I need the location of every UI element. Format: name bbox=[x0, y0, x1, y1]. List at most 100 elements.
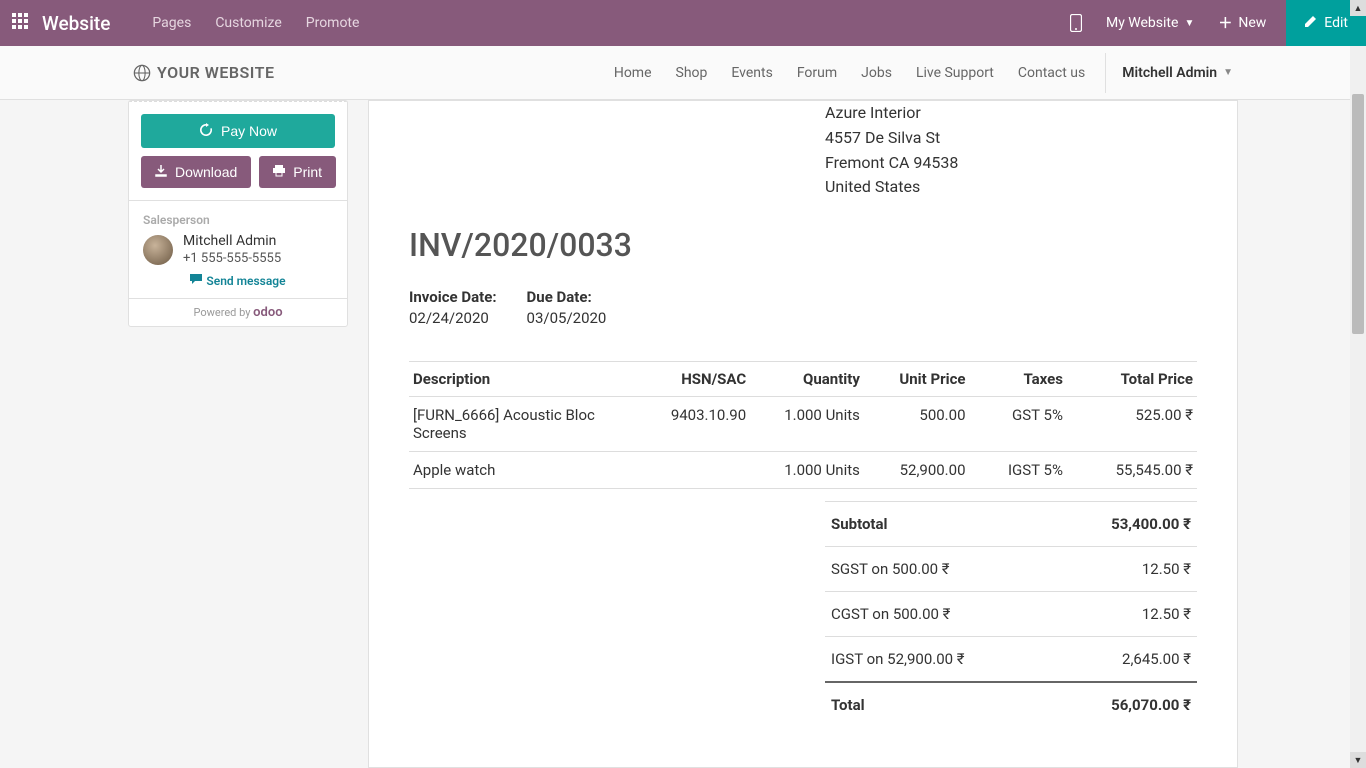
site-logo-text: YOUR WEBSITE bbox=[157, 63, 275, 82]
topbar: Website Pages Customize Promote My Websi… bbox=[0, 0, 1366, 46]
globe-icon bbox=[133, 64, 151, 82]
nav-contact-us[interactable]: Contact us bbox=[1006, 65, 1097, 81]
menu-customize[interactable]: Customize bbox=[203, 15, 293, 31]
addr-city: Fremont CA 94538 bbox=[825, 151, 1197, 176]
invoice-document: Azure Interior 4557 De Silva St Fremont … bbox=[368, 100, 1238, 768]
subtotal-label: Subtotal bbox=[831, 515, 888, 533]
site-navbar: YOUR WEBSITE Home Shop Events Forum Jobs… bbox=[0, 46, 1366, 100]
salesperson-name: Mitchell Admin bbox=[183, 233, 281, 249]
col-total-price: Total Price bbox=[1067, 362, 1197, 397]
caret-down-icon: ▼ bbox=[1184, 18, 1194, 29]
print-button[interactable]: Print bbox=[259, 156, 336, 188]
line-description: Apple watch bbox=[409, 452, 636, 489]
nav-forum[interactable]: Forum bbox=[785, 65, 849, 81]
caret-down-icon: ▼ bbox=[1223, 67, 1233, 78]
powered-by: Powered by odoo bbox=[129, 298, 347, 326]
my-website-dropdown[interactable]: My Website ▼ bbox=[1094, 15, 1206, 31]
pay-now-label: Pay Now bbox=[221, 123, 277, 139]
salesperson-phone: +1 555-555-5555 bbox=[183, 251, 281, 266]
refresh-icon bbox=[199, 123, 213, 140]
line-hsn bbox=[636, 452, 750, 489]
nav-events[interactable]: Events bbox=[719, 65, 784, 81]
powered-brand[interactable]: odoo bbox=[253, 305, 282, 320]
line-total: 55,545.00 ₹ bbox=[1067, 452, 1197, 489]
sgst-label: SGST on 500.00 ₹ bbox=[831, 560, 950, 578]
line-quantity: 1.000 Units bbox=[750, 452, 864, 489]
nav-user-dropdown[interactable]: Mitchell Admin ▼ bbox=[1105, 53, 1233, 93]
nav-shop[interactable]: Shop bbox=[664, 65, 720, 81]
nav-live-support[interactable]: Live Support bbox=[904, 65, 1006, 81]
my-website-label: My Website bbox=[1106, 15, 1178, 31]
line-taxes: GST 5% bbox=[970, 397, 1067, 452]
scroll-up-arrow[interactable]: ▲ bbox=[1350, 0, 1366, 16]
igst-row: IGST on 52,900.00 ₹ 2,645.00 ₹ bbox=[825, 636, 1197, 681]
line-description: [FURN_6666] Acoustic Bloc Screens bbox=[409, 397, 636, 452]
invoice-date-value: 02/24/2020 bbox=[409, 309, 497, 327]
site-logo[interactable]: YOUR WEBSITE bbox=[133, 63, 275, 82]
scrollbar[interactable] bbox=[1350, 46, 1366, 768]
line-taxes: IGST 5% bbox=[970, 452, 1067, 489]
salesperson-heading: Salesperson bbox=[143, 213, 333, 227]
edit-label: Edit bbox=[1324, 15, 1348, 31]
invoice-number: INV/2020/0033 bbox=[409, 226, 1197, 264]
download-button[interactable]: Download bbox=[141, 156, 251, 188]
menu-promote[interactable]: Promote bbox=[294, 15, 372, 31]
col-description: Description bbox=[409, 362, 636, 397]
avatar bbox=[143, 235, 173, 265]
new-button[interactable]: ＋ New bbox=[1206, 13, 1278, 33]
due-date-label: Due Date: bbox=[527, 288, 607, 306]
menu-pages[interactable]: Pages bbox=[140, 15, 203, 31]
sgst-row: SGST on 500.00 ₹ 12.50 ₹ bbox=[825, 546, 1197, 591]
due-date-block: Due Date: 03/05/2020 bbox=[527, 288, 607, 327]
total-row: Total 56,070.00 ₹ bbox=[825, 681, 1197, 727]
invoice-date-label: Invoice Date: bbox=[409, 288, 497, 306]
invoice-lines-table: Description HSN/SAC Quantity Unit Price … bbox=[409, 361, 1197, 489]
cgst-row: CGST on 500.00 ₹ 12.50 ₹ bbox=[825, 591, 1197, 636]
plus-icon: ＋ bbox=[1218, 13, 1232, 33]
table-row: Apple watch 1.000 Units 52,900.00 IGST 5… bbox=[409, 452, 1197, 489]
print-icon bbox=[273, 164, 285, 180]
sidebar: Pay Now Download Print bbox=[128, 100, 348, 327]
brand-title[interactable]: Website bbox=[42, 12, 110, 35]
nav-home[interactable]: Home bbox=[602, 65, 664, 81]
line-hsn: 9403.10.90 bbox=[636, 397, 750, 452]
addr-name: Azure Interior bbox=[825, 101, 1197, 126]
addr-country: United States bbox=[825, 175, 1197, 200]
nav-user-name: Mitchell Admin bbox=[1122, 65, 1217, 81]
comment-icon bbox=[190, 274, 202, 288]
line-total: 525.00 ₹ bbox=[1067, 397, 1197, 452]
download-label: Download bbox=[175, 164, 237, 180]
cgst-label: CGST on 500.00 ₹ bbox=[831, 605, 950, 623]
new-label: New bbox=[1238, 15, 1266, 31]
col-taxes: Taxes bbox=[970, 362, 1067, 397]
table-row: [FURN_6666] Acoustic Bloc Screens 9403.1… bbox=[409, 397, 1197, 452]
table-header-row: Description HSN/SAC Quantity Unit Price … bbox=[409, 362, 1197, 397]
total-value: 56,070.00 ₹ bbox=[1111, 696, 1191, 714]
mobile-preview-icon[interactable] bbox=[1058, 14, 1094, 32]
scroll-down-arrow[interactable]: ▼ bbox=[1350, 752, 1366, 768]
invoice-date-block: Invoice Date: 02/24/2020 bbox=[409, 288, 497, 327]
cgst-value: 12.50 ₹ bbox=[1142, 605, 1191, 623]
igst-value: 2,645.00 ₹ bbox=[1122, 650, 1191, 668]
nav-jobs[interactable]: Jobs bbox=[849, 65, 904, 81]
line-unit-price: 52,900.00 bbox=[864, 452, 970, 489]
send-message-link[interactable]: Send message bbox=[143, 274, 333, 288]
col-quantity: Quantity bbox=[750, 362, 864, 397]
line-unit-price: 500.00 bbox=[864, 397, 970, 452]
sgst-value: 12.50 ₹ bbox=[1142, 560, 1191, 578]
subtotal-row: Subtotal 53,400.00 ₹ bbox=[825, 501, 1197, 546]
print-label: Print bbox=[293, 164, 322, 180]
due-date-value: 03/05/2020 bbox=[527, 309, 607, 327]
col-unit-price: Unit Price bbox=[864, 362, 970, 397]
pay-now-button[interactable]: Pay Now bbox=[141, 114, 335, 148]
scroll-thumb[interactable] bbox=[1352, 94, 1364, 334]
download-icon bbox=[155, 164, 167, 180]
send-message-label: Send message bbox=[206, 274, 285, 288]
subtotal-value: 53,400.00 ₹ bbox=[1111, 515, 1191, 533]
igst-label: IGST on 52,900.00 ₹ bbox=[831, 650, 965, 668]
total-label: Total bbox=[831, 696, 865, 714]
addr-street: 4557 De Silva St bbox=[825, 126, 1197, 151]
line-quantity: 1.000 Units bbox=[750, 397, 864, 452]
col-hsn: HSN/SAC bbox=[636, 362, 750, 397]
apps-icon[interactable] bbox=[12, 13, 28, 33]
